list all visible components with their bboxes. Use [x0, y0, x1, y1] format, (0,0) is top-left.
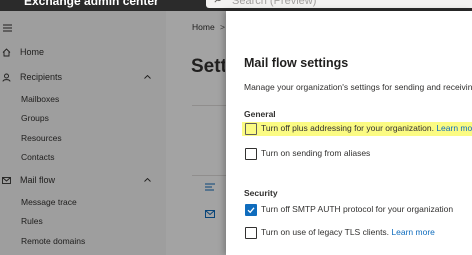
modal-overlay[interactable] [0, 11, 226, 255]
learn-more-link[interactable]: Learn more [391, 227, 434, 237]
option-label: Turn off plus addressing for your organi… [261, 123, 472, 133]
search-input[interactable]: Search (Preview) [206, 0, 472, 8]
section-heading-security: Security [244, 188, 278, 198]
legacy-tls-checkbox[interactable] [245, 227, 257, 239]
checkmark-icon [247, 207, 255, 214]
plus-addressing-checkbox[interactable] [245, 123, 257, 135]
search-icon [214, 0, 222, 3]
smtp-auth-option[interactable]: Turn off SMTP AUTH protocol for your org… [244, 203, 472, 217]
learn-more-link[interactable]: Learn mo [436, 123, 472, 133]
top-bar: Exchange admin center Search (Preview) [0, 0, 472, 11]
sending-from-aliases-checkbox[interactable] [245, 148, 257, 160]
option-label: Turn off SMTP AUTH protocol for your org… [261, 204, 454, 214]
legacy-tls-option[interactable]: Turn on use of legacy TLS clients. Learn… [244, 226, 472, 240]
plus-addressing-option[interactable]: Turn off plus addressing for your organi… [242, 122, 472, 136]
section-heading-general: General [244, 109, 276, 119]
mail-flow-settings-panel: Mail flow settings Manage your organizat… [226, 11, 472, 255]
panel-title: Mail flow settings [244, 56, 349, 70]
option-label: Turn on use of legacy TLS clients. Learn… [261, 227, 435, 237]
app-title: Exchange admin center [24, 0, 159, 8]
search-placeholder: Search (Preview) [232, 0, 317, 7]
smtp-auth-checkbox[interactable] [245, 204, 257, 216]
sending-from-aliases-option[interactable]: Turn on sending from aliases [244, 147, 472, 161]
option-label: Turn on sending from aliases [261, 148, 371, 158]
panel-description: Manage your organization's settings for … [244, 82, 472, 92]
